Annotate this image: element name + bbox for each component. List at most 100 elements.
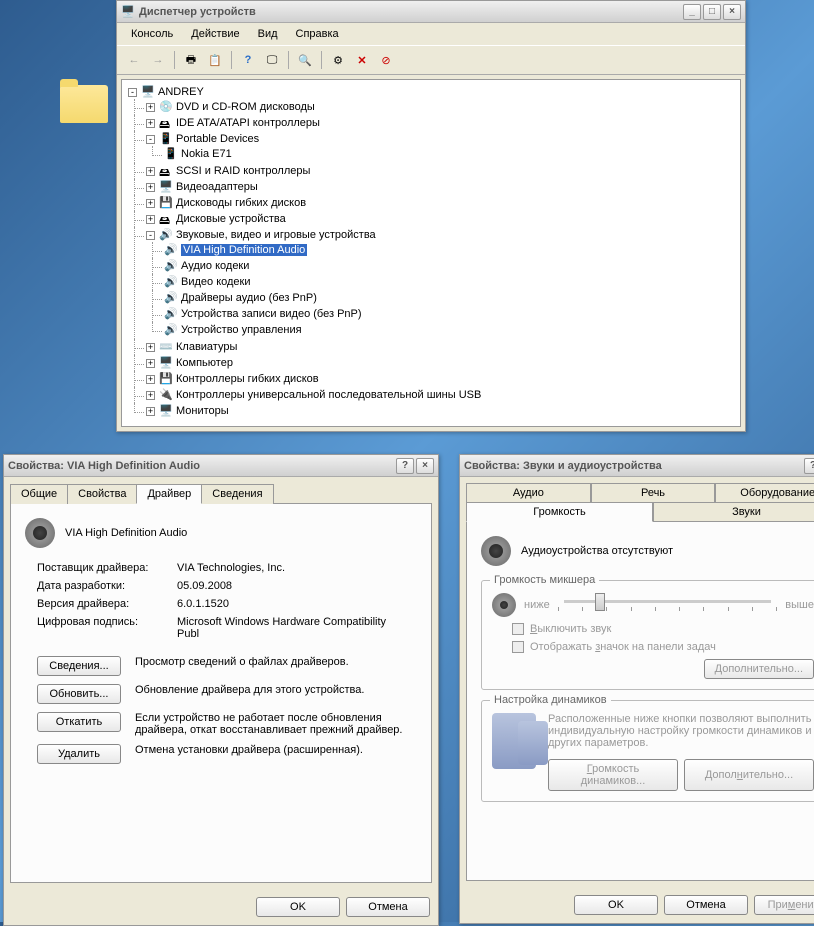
tab-speech[interactable]: Речь: [591, 483, 716, 503]
speaker-icon: [481, 536, 511, 566]
tree-item[interactable]: Устройство управления: [181, 324, 302, 336]
expander-icon[interactable]: -: [128, 88, 137, 97]
tree-item[interactable]: Мониторы: [176, 405, 229, 417]
scan-button[interactable]: 🔍: [294, 49, 316, 71]
value-date: 05.09.2008: [177, 580, 405, 592]
refresh-button[interactable]: 🖵: [261, 49, 283, 71]
tree-item[interactable]: Portable Devices: [176, 133, 259, 145]
driver-rollback-button[interactable]: Откатить: [37, 712, 121, 732]
speaker-volume-button[interactable]: Громкость динамиков...: [548, 759, 678, 791]
driver-update-button[interactable]: Обновить...: [37, 684, 121, 704]
tab-driver[interactable]: Драйвер: [136, 484, 202, 504]
help-button[interactable]: ?: [396, 458, 414, 474]
tree-item[interactable]: Звуковые, видео и игровые устройства: [176, 229, 376, 241]
ok-button[interactable]: OK: [574, 895, 658, 915]
expander-icon[interactable]: -: [146, 135, 155, 144]
keyboard-icon: ⌨️: [159, 340, 173, 354]
computer-icon: 🖥️: [141, 85, 155, 99]
driver-details-button[interactable]: Сведения...: [37, 656, 121, 676]
titlebar[interactable]: 🖥️ Диспетчер устройств _ □ ×: [117, 1, 745, 23]
floppy-icon: 💾: [159, 196, 173, 210]
back-button[interactable]: ←: [123, 49, 145, 71]
tab-audio[interactable]: Аудио: [466, 483, 591, 503]
volume-slider[interactable]: [564, 600, 772, 603]
properties-button[interactable]: 📋: [204, 49, 226, 71]
sound-icon: 🔊: [164, 275, 178, 289]
mixer-fieldset: Громкость микшера ниже выше ВВыключить з…: [481, 580, 814, 690]
cancel-button[interactable]: Отмена: [346, 897, 430, 917]
expander-icon[interactable]: +: [146, 215, 155, 224]
close-button[interactable]: ×: [723, 4, 741, 20]
menu-help[interactable]: Справка: [288, 25, 347, 43]
tree-item[interactable]: Устройства записи видео (без PnP): [181, 308, 362, 320]
mixer-legend: Громкость микшера: [490, 574, 599, 586]
tree-item[interactable]: Nokia E71: [181, 148, 232, 160]
tray-checkbox[interactable]: [512, 641, 524, 653]
driver-remove-button[interactable]: Удалить: [37, 744, 121, 764]
expander-icon[interactable]: +: [146, 183, 155, 192]
device-tree[interactable]: -🖥️ANDREY +💿DVD и CD-ROM дисководы +🖴IDE…: [121, 79, 741, 427]
expander-icon[interactable]: +: [146, 199, 155, 208]
speakers-image: [492, 713, 536, 769]
titlebar[interactable]: Свойства: VIA High Definition Audio ? ×: [4, 455, 438, 477]
expander-icon[interactable]: +: [146, 375, 155, 384]
mixer-advanced-button[interactable]: Дополнительно...: [704, 659, 814, 679]
menu-view[interactable]: Вид: [250, 25, 286, 43]
tree-item[interactable]: IDE ATA/ATAPI контроллеры: [176, 117, 320, 129]
tab-properties[interactable]: Свойства: [67, 484, 137, 504]
speaker-advanced-button[interactable]: Дополнительно...: [684, 759, 814, 791]
tree-root[interactable]: ANDREY: [158, 86, 204, 98]
expander-icon[interactable]: +: [146, 103, 155, 112]
tree-item-selected[interactable]: VIA High Definition Audio: [181, 244, 307, 256]
expander-icon[interactable]: -: [146, 231, 155, 240]
tree-item[interactable]: Видеоадаптеры: [176, 181, 258, 193]
maximize-button[interactable]: □: [703, 4, 721, 20]
apply-button[interactable]: Применить: [754, 895, 814, 915]
update-driver-button[interactable]: ⚙: [327, 49, 349, 71]
label-high: выше: [785, 599, 814, 611]
menu-action[interactable]: Действие: [183, 25, 247, 43]
expander-icon[interactable]: +: [146, 407, 155, 416]
titlebar[interactable]: Свойства: Звуки и аудиоустройства ? ×: [460, 455, 814, 477]
mute-checkbox[interactable]: [512, 623, 524, 635]
tree-item[interactable]: Аудио кодеки: [181, 260, 249, 272]
help-button[interactable]: ?: [237, 49, 259, 71]
expander-icon[interactable]: +: [146, 359, 155, 368]
menu-console[interactable]: Консоль: [123, 25, 181, 43]
tree-item[interactable]: Компьютер: [176, 357, 233, 369]
ok-button[interactable]: OK: [256, 897, 340, 917]
tree-item[interactable]: DVD и CD-ROM дисководы: [176, 101, 315, 113]
computer-icon: 🖥️: [159, 356, 173, 370]
tab-general[interactable]: Общие: [10, 484, 68, 504]
tree-item[interactable]: SCSI и RAID контроллеры: [176, 165, 310, 177]
close-button[interactable]: ×: [416, 458, 434, 474]
help-button[interactable]: ?: [804, 458, 814, 474]
tree-item[interactable]: Контроллеры универсальной последовательн…: [176, 389, 481, 401]
expander-icon[interactable]: +: [146, 119, 155, 128]
minimize-button[interactable]: _: [683, 4, 701, 20]
tab-details[interactable]: Сведения: [201, 484, 273, 504]
tree-item[interactable]: Дисководы гибких дисков: [176, 197, 306, 209]
device-icon: 📱: [164, 147, 178, 161]
dialog-title: Свойства: Звуки и аудиоустройства: [464, 460, 800, 472]
disable-button[interactable]: ⊘: [375, 49, 397, 71]
desc-details: Просмотр сведений о файлах драйверов.: [135, 656, 405, 668]
expander-icon[interactable]: +: [146, 391, 155, 400]
tab-sounds[interactable]: Звуки: [653, 502, 814, 522]
forward-button[interactable]: →: [147, 49, 169, 71]
tab-hardware[interactable]: Оборудование: [715, 483, 814, 503]
cancel-button[interactable]: Отмена: [664, 895, 748, 915]
expander-icon[interactable]: +: [146, 167, 155, 176]
tab-volume[interactable]: Громкость: [466, 502, 653, 522]
tree-item[interactable]: Клавиатуры: [176, 341, 237, 353]
expander-icon[interactable]: +: [146, 343, 155, 352]
tree-item[interactable]: Драйверы аудио (без PnP): [181, 292, 317, 304]
print-button[interactable]: 🖶: [180, 49, 202, 71]
uninstall-button[interactable]: ✕: [351, 49, 373, 71]
tree-item[interactable]: Дисковые устройства: [176, 213, 286, 225]
tree-item[interactable]: Контроллеры гибких дисков: [176, 373, 319, 385]
desktop-folder-icon[interactable]: [60, 85, 108, 123]
speaker-icon: [25, 518, 55, 548]
tree-item[interactable]: Видео кодеки: [181, 276, 251, 288]
speakers-desc: Расположенные ниже кнопки позволяют выпо…: [548, 713, 814, 749]
